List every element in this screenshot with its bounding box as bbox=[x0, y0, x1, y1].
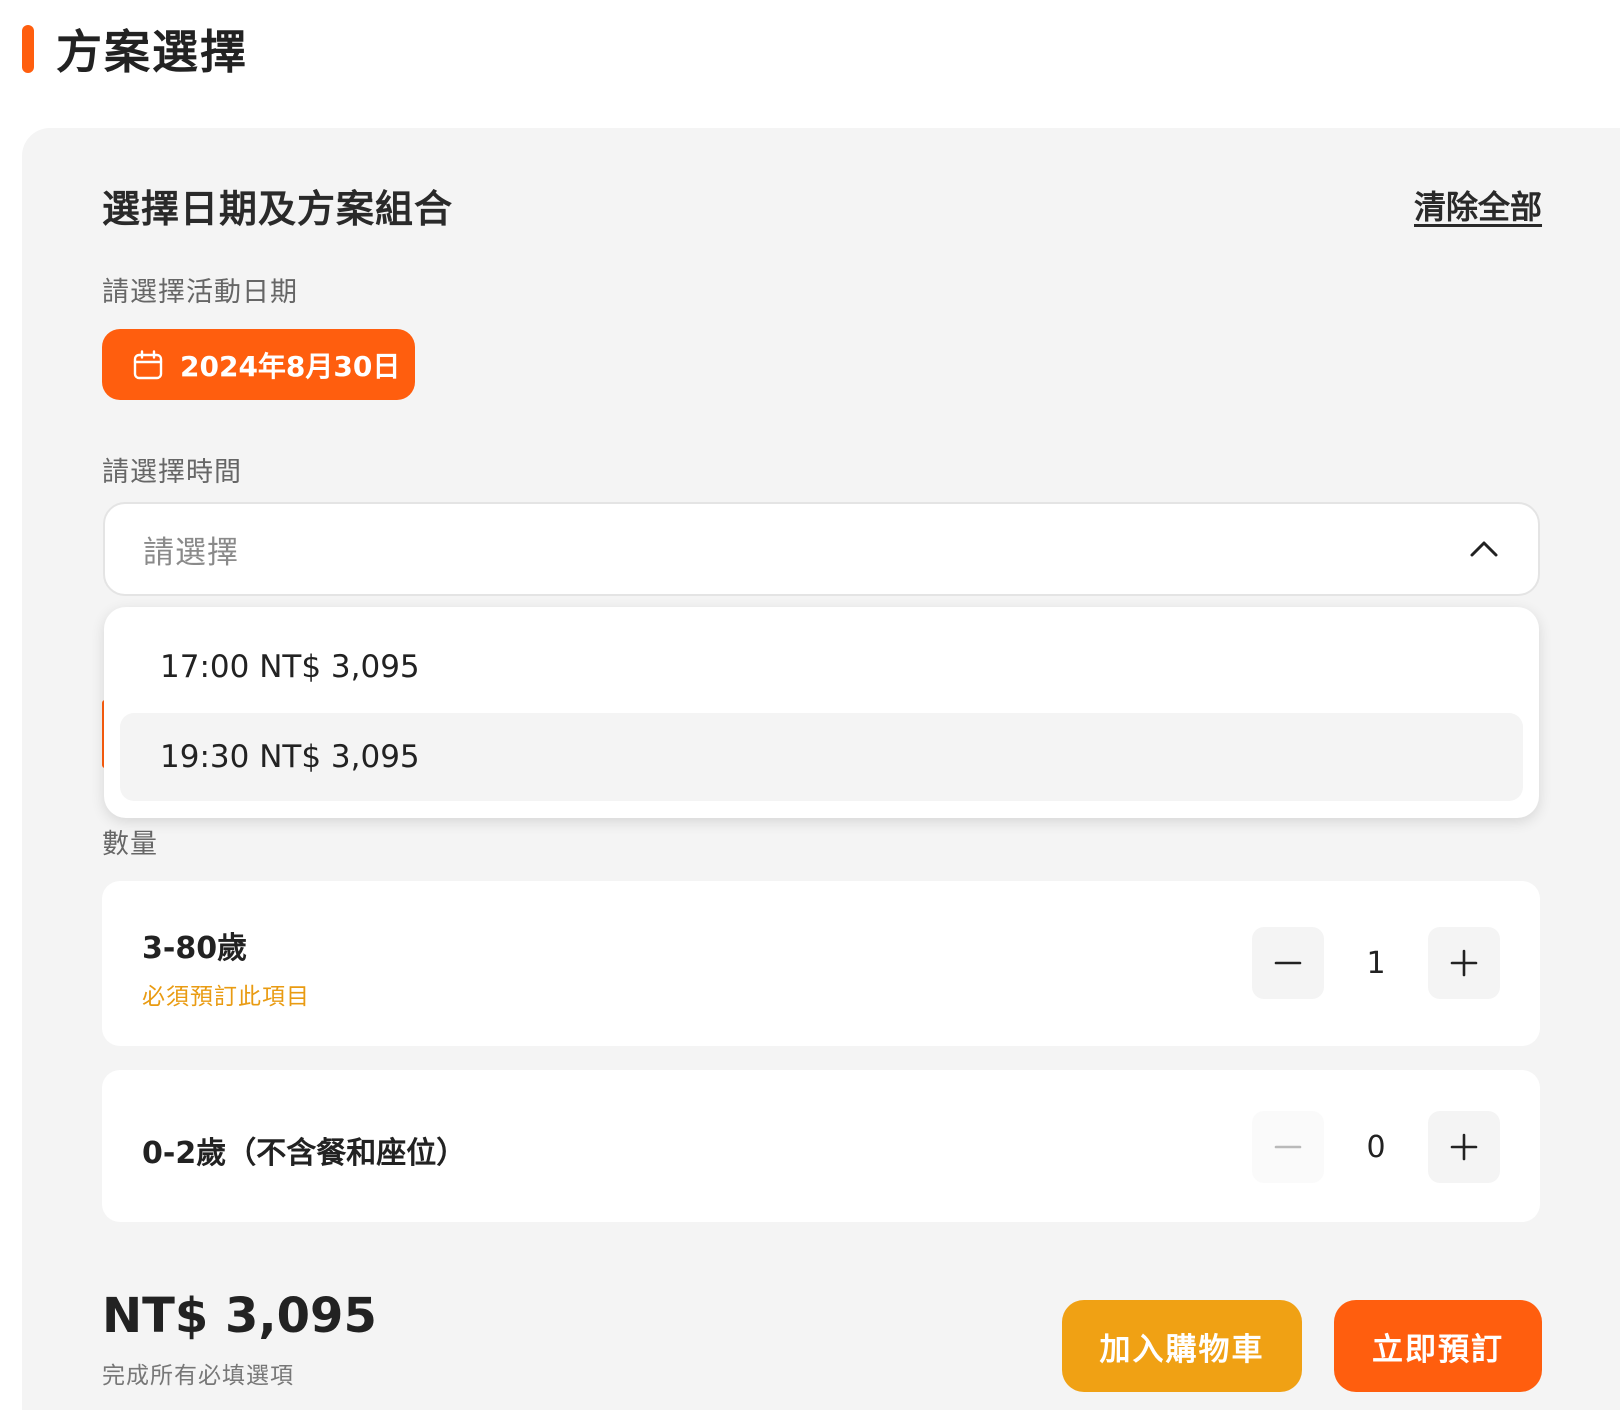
calendar-icon bbox=[133, 349, 163, 379]
time-select[interactable]: 請選擇 bbox=[103, 502, 1540, 596]
section-header: 方案選擇 bbox=[22, 22, 248, 79]
total-price: NT$ 3,095 bbox=[102, 1288, 377, 1344]
decrement-button[interactable] bbox=[1252, 927, 1324, 999]
chevron-up-icon bbox=[1470, 541, 1498, 557]
quantity-label: 數量 bbox=[102, 829, 158, 860]
quantity-row: 0-2歲（不含餐和座位） 0 bbox=[102, 1070, 1540, 1222]
required-note: 必須預訂此項目 bbox=[142, 984, 310, 1010]
ticket-type-name: 3-80歲 bbox=[142, 931, 248, 966]
quantity-stepper: 1 bbox=[1252, 927, 1500, 999]
total-note: 完成所有必填選項 bbox=[102, 1363, 294, 1389]
card-title: 選擇日期及方案組合 bbox=[102, 187, 454, 231]
accent-bar bbox=[22, 25, 34, 73]
date-label: 請選擇活動日期 bbox=[102, 277, 298, 308]
clear-all-link[interactable]: 清除全部 bbox=[1414, 182, 1542, 228]
quantity-value: 1 bbox=[1366, 945, 1386, 981]
plus-icon bbox=[1450, 949, 1478, 977]
time-select-placeholder: 請選擇 bbox=[143, 534, 239, 571]
time-label: 請選擇時間 bbox=[102, 457, 242, 488]
date-picker-button[interactable]: 2024年8月30日 bbox=[102, 329, 415, 400]
decrement-button[interactable] bbox=[1252, 1111, 1324, 1183]
selected-date: 2024年8月30日 bbox=[180, 349, 401, 383]
time-option[interactable]: 19:30 NT$ 3,095 bbox=[120, 713, 1523, 801]
add-to-cart-button[interactable]: 加入購物車 bbox=[1062, 1300, 1302, 1392]
time-dropdown: 17:00 NT$ 3,095 19:30 NT$ 3,095 bbox=[104, 607, 1539, 818]
time-option[interactable]: 17:00 NT$ 3,095 bbox=[120, 623, 1523, 711]
increment-button[interactable] bbox=[1428, 927, 1500, 999]
book-now-button[interactable]: 立即預訂 bbox=[1334, 1300, 1542, 1392]
increment-button[interactable] bbox=[1428, 1111, 1500, 1183]
minus-icon bbox=[1274, 961, 1302, 965]
quantity-row: 3-80歲 必須預訂此項目 1 bbox=[102, 881, 1540, 1046]
ticket-type-name: 0-2歲（不含餐和座位） bbox=[142, 1136, 467, 1171]
quantity-value: 0 bbox=[1366, 1129, 1386, 1165]
minus-icon bbox=[1274, 1145, 1302, 1149]
section-title: 方案選擇 bbox=[56, 25, 248, 79]
plus-icon bbox=[1450, 1133, 1478, 1161]
quantity-stepper: 0 bbox=[1252, 1111, 1500, 1183]
